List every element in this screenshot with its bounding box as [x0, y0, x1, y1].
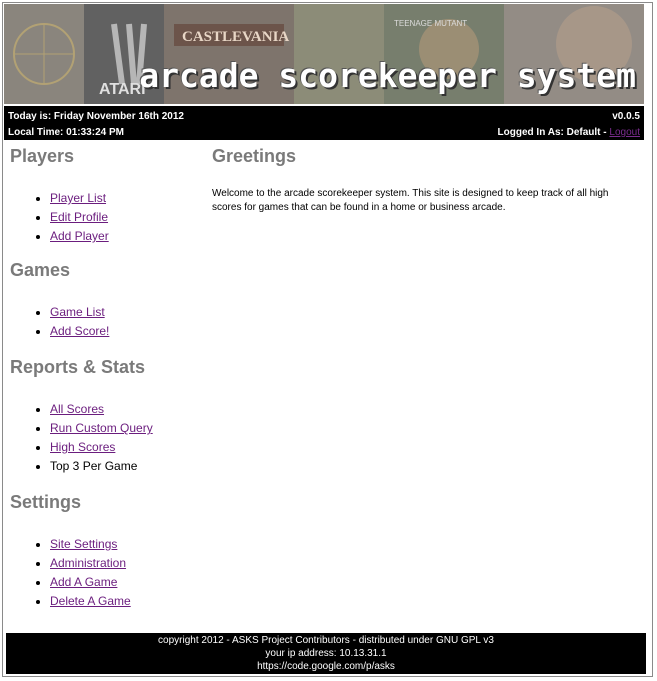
- site-title: arcade scorekeeper system: [139, 56, 636, 95]
- game-list-link[interactable]: Game List: [50, 305, 105, 319]
- list-item: Player List: [50, 189, 109, 208]
- list-item: Top 3 Per Game: [50, 457, 153, 476]
- list-item: Administration: [50, 554, 131, 573]
- edit-profile-link[interactable]: Edit Profile: [50, 210, 108, 224]
- list-item: High Scores: [50, 438, 153, 457]
- svg-text:CASTLEVANIA: CASTLEVANIA: [182, 29, 289, 45]
- list-item: All Scores: [50, 400, 153, 419]
- ip-address-text: your ip address: 10.13.31.1: [265, 648, 387, 659]
- local-time: Local Time: 01:33:24 PM: [8, 127, 124, 138]
- list-item: Site Settings: [50, 535, 131, 554]
- settings-heading: Settings: [10, 492, 82, 512]
- welcome-text: Welcome to the arcade scorekeeper system…: [212, 188, 609, 213]
- main-content: Greetings Welcome to the arcade scorekee…: [212, 146, 632, 215]
- all-scores-link[interactable]: All Scores: [50, 402, 104, 416]
- games-section: Games Game List Add Score!: [10, 260, 109, 341]
- header-banner: CASTLEVANIA ATARI TEENAGE MUTANT arcade …: [4, 4, 644, 104]
- high-scores-link[interactable]: High Scores: [50, 440, 115, 454]
- login-status: Logged In As: Default - Logout: [498, 127, 640, 138]
- list-item: Game List: [50, 303, 109, 322]
- list-item: Run Custom Query: [50, 419, 153, 438]
- players-section: Players Player List Edit Profile Add Pla…: [10, 146, 109, 246]
- add-player-link[interactable]: Add Player: [50, 229, 109, 243]
- logged-in-label: Logged In As: Default -: [497, 127, 610, 138]
- project-url-text: https://code.google.com/p/asks: [257, 661, 395, 672]
- svg-text:TEENAGE MUTANT: TEENAGE MUTANT: [394, 19, 467, 28]
- reports-list: All Scores Run Custom Query High Scores …: [10, 400, 153, 476]
- version-label: v0.0.5: [612, 111, 640, 122]
- games-list: Game List Add Score!: [10, 303, 109, 341]
- site-settings-link[interactable]: Site Settings: [50, 537, 117, 551]
- add-score-link[interactable]: Add Score!: [50, 324, 109, 338]
- players-list: Player List Edit Profile Add Player: [10, 189, 109, 246]
- players-heading: Players: [10, 146, 75, 166]
- administration-link[interactable]: Administration: [50, 556, 126, 570]
- info-bar: Today is: Friday November 16th 2012 Loca…: [4, 106, 644, 140]
- list-item: Add Player: [50, 227, 109, 246]
- games-heading: Games: [10, 260, 71, 280]
- footer: copyright 2012 - ASKS Project Contributo…: [6, 633, 646, 674]
- page-title: Greetings: [212, 146, 297, 166]
- run-custom-query-link[interactable]: Run Custom Query: [50, 421, 153, 435]
- today-date: Today is: Friday November 16th 2012: [8, 111, 184, 122]
- list-item: Delete A Game: [50, 592, 131, 611]
- logout-link[interactable]: Logout: [609, 127, 640, 138]
- reports-section: Reports & Stats All Scores Run Custom Qu…: [10, 357, 153, 476]
- settings-list: Site Settings Administration Add A Game …: [10, 535, 131, 611]
- player-list-link[interactable]: Player List: [50, 191, 106, 205]
- top-3-per-game-label: Top 3 Per Game: [50, 459, 138, 473]
- delete-a-game-link[interactable]: Delete A Game: [50, 594, 131, 608]
- list-item: Edit Profile: [50, 208, 109, 227]
- copyright-text: copyright 2012 - ASKS Project Contributo…: [158, 635, 494, 646]
- reports-heading: Reports & Stats: [10, 357, 146, 377]
- list-item: Add Score!: [50, 322, 109, 341]
- settings-section: Settings Site Settings Administration Ad…: [10, 492, 131, 611]
- add-a-game-link[interactable]: Add A Game: [50, 575, 117, 589]
- list-item: Add A Game: [50, 573, 131, 592]
